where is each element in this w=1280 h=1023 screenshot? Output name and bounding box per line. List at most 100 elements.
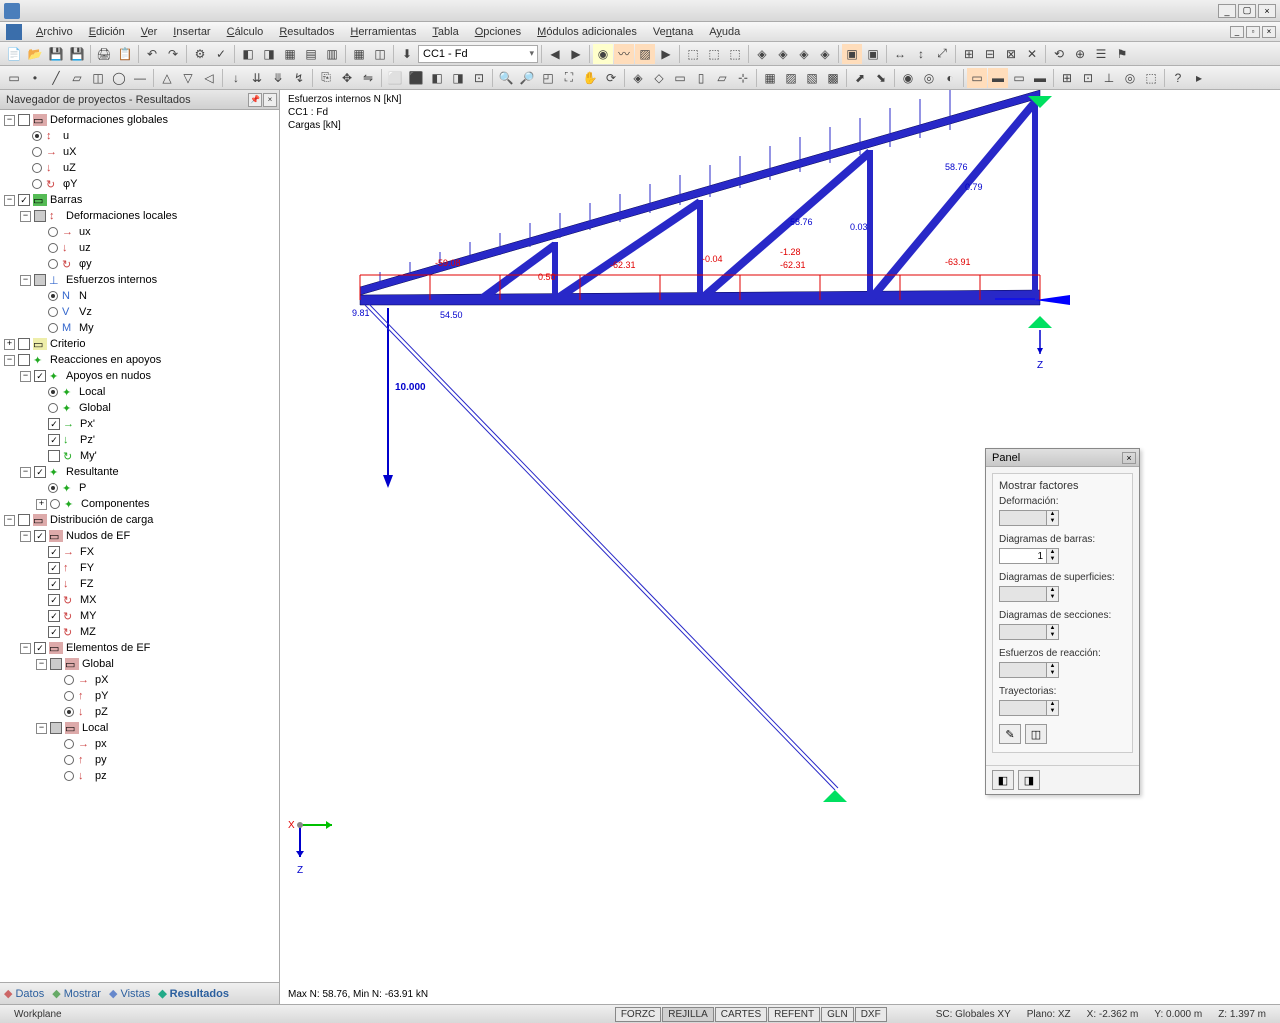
rotate-icon[interactable]: ⟳ [601,68,621,88]
select-icon[interactable]: ▭ [4,68,24,88]
render-icon[interactable]: ▨ [635,44,655,64]
check-icon[interactable]: ✓ [211,44,231,64]
tool-c-icon[interactable]: ▦ [280,44,300,64]
next-icon[interactable]: ▶ [566,44,586,64]
end-icon[interactable]: ⬚ [1141,68,1161,88]
zoom-out-icon[interactable]: 🔎 [517,68,537,88]
saveas-icon[interactable]: 💾 [67,44,87,64]
menu-resultados[interactable]: Resultados [271,24,342,40]
persp-icon[interactable]: ◇ [649,68,669,88]
iso-icon[interactable]: ◈ [628,68,648,88]
undo-icon[interactable]: ↶ [142,44,162,64]
calc-icon[interactable]: ⚙ [190,44,210,64]
zoom-in-icon[interactable]: 🔍 [496,68,516,88]
menu-opciones[interactable]: Opciones [467,24,529,40]
end-d-icon[interactable]: ⚑ [1112,44,1132,64]
panel-icon[interactable]: ◫ [370,44,390,64]
wf-b-icon[interactable]: ▬ [988,68,1008,88]
mdi-close[interactable]: × [1262,26,1276,38]
wf-c-icon[interactable]: ▭ [1009,68,1029,88]
ly-a-icon[interactable]: ▣ [842,44,862,64]
mdi-restore[interactable]: ▫ [1246,26,1260,38]
move-icon[interactable]: ✥ [337,68,357,88]
help-icon[interactable]: ? [1168,68,1188,88]
deform-icon[interactable]: 〰 [614,44,634,64]
node-icon[interactable]: • [25,68,45,88]
zoom-fit-icon[interactable]: ⛶ [559,68,579,88]
view4-icon[interactable]: ◨ [448,68,468,88]
disp-b-icon[interactable]: ◎ [919,68,939,88]
disp-a-icon[interactable]: ◉ [898,68,918,88]
menu-modulos[interactable]: Módulos adicionales [529,24,645,40]
menu-ventana[interactable]: Ventana [645,24,701,40]
new-icon[interactable]: 📄 [4,44,24,64]
nav-a-icon[interactable]: ⬈ [850,68,870,88]
loadcase-combo[interactable]: CC1 - Fd [418,45,538,63]
solid-icon[interactable]: ◫ [88,68,108,88]
menu-herramientas[interactable]: Herramientas [342,24,424,40]
grp-b-icon[interactable]: ◈ [773,44,793,64]
opening-icon[interactable]: ◯ [109,68,129,88]
ld-d-icon[interactable]: ↯ [289,68,309,88]
nav-b-icon[interactable]: ⬊ [871,68,891,88]
sec-c-icon[interactable]: ⊠ [1001,44,1021,64]
style-a-icon[interactable]: ▦ [760,68,780,88]
tab-mostrar[interactable]: ◆Mostrar [52,987,101,1000]
zoom-win-icon[interactable]: ◰ [538,68,558,88]
mirror-icon[interactable]: ⇋ [358,68,378,88]
menu-insertar[interactable]: Insertar [165,24,218,40]
wf-d-icon[interactable]: ▬ [1030,68,1050,88]
sec-a-icon[interactable]: ⊞ [959,44,979,64]
ld-b-icon[interactable]: ⇊ [247,68,267,88]
status-tab-refent[interactable]: REFENT [768,1007,820,1022]
panel-edit-icon[interactable]: ✎ [999,724,1021,744]
open-icon[interactable]: 📂 [25,44,45,64]
end-a-icon[interactable]: ⟲ [1049,44,1069,64]
grp-c-icon[interactable]: ◈ [794,44,814,64]
sup-a-icon[interactable]: △ [157,68,177,88]
panel-tab-a-icon[interactable]: ◧ [992,770,1014,790]
sup-c-icon[interactable]: ◁ [199,68,219,88]
ly-b-icon[interactable]: ▣ [863,44,883,64]
app-menu-icon[interactable] [6,24,22,40]
pan-icon[interactable]: ✋ [580,68,600,88]
ld-a-icon[interactable]: ↓ [226,68,246,88]
tool-e-icon[interactable]: ▥ [322,44,342,64]
last-icon[interactable]: ▸ [1189,68,1209,88]
barras-input[interactable] [999,548,1047,564]
view-a-icon[interactable]: ⬚ [683,44,703,64]
dim-a-icon[interactable]: ↔ [890,44,910,64]
print-icon[interactable]: 🖨 [94,44,114,64]
menu-calculo[interactable]: Cálculo [219,24,272,40]
status-tab-dxf[interactable]: DXF [855,1007,887,1022]
grp-a-icon[interactable]: ◈ [752,44,772,64]
sec-b-icon[interactable]: ⊟ [980,44,1000,64]
view-c-icon[interactable]: ⬚ [725,44,745,64]
dim-b-icon[interactable]: ↕ [911,44,931,64]
snap-icon[interactable]: ⊡ [1078,68,1098,88]
grid-icon[interactable]: ⊞ [1057,68,1077,88]
prev-icon[interactable]: ◀ [545,44,565,64]
expand-icon[interactable]: − [4,115,15,126]
side-icon[interactable]: ▯ [691,68,711,88]
redo-icon[interactable]: ↷ [163,44,183,64]
ortho-icon[interactable]: ⊥ [1099,68,1119,88]
tab-vistas[interactable]: ◆Vistas [109,987,150,1000]
copy-icon[interactable]: ⎘ [316,68,336,88]
panel-titlebar[interactable]: Panel × [986,449,1139,467]
style-b-icon[interactable]: ▨ [781,68,801,88]
style-c-icon[interactable]: ▧ [802,68,822,88]
panel-tab-b-icon[interactable]: ◨ [1018,770,1040,790]
save-icon[interactable]: 💾 [46,44,66,64]
tool-b-icon[interactable]: ◨ [259,44,279,64]
model-viewport[interactable]: Esfuerzos internos N [kN] CC1 : Fd Carga… [280,90,1280,1004]
axes-icon[interactable]: ⊹ [733,68,753,88]
report-icon[interactable]: 📋 [115,44,135,64]
view-b-icon[interactable]: ⬚ [704,44,724,64]
close-button[interactable]: × [1258,4,1276,18]
member-icon[interactable]: ╱ [46,68,66,88]
status-tab-rejilla[interactable]: REJILLA [662,1007,713,1022]
navigator-pin-icon[interactable]: 📌 [248,93,262,107]
menu-archivo[interactable]: Archivo [28,24,81,40]
anim-icon[interactable]: ▶ [656,44,676,64]
